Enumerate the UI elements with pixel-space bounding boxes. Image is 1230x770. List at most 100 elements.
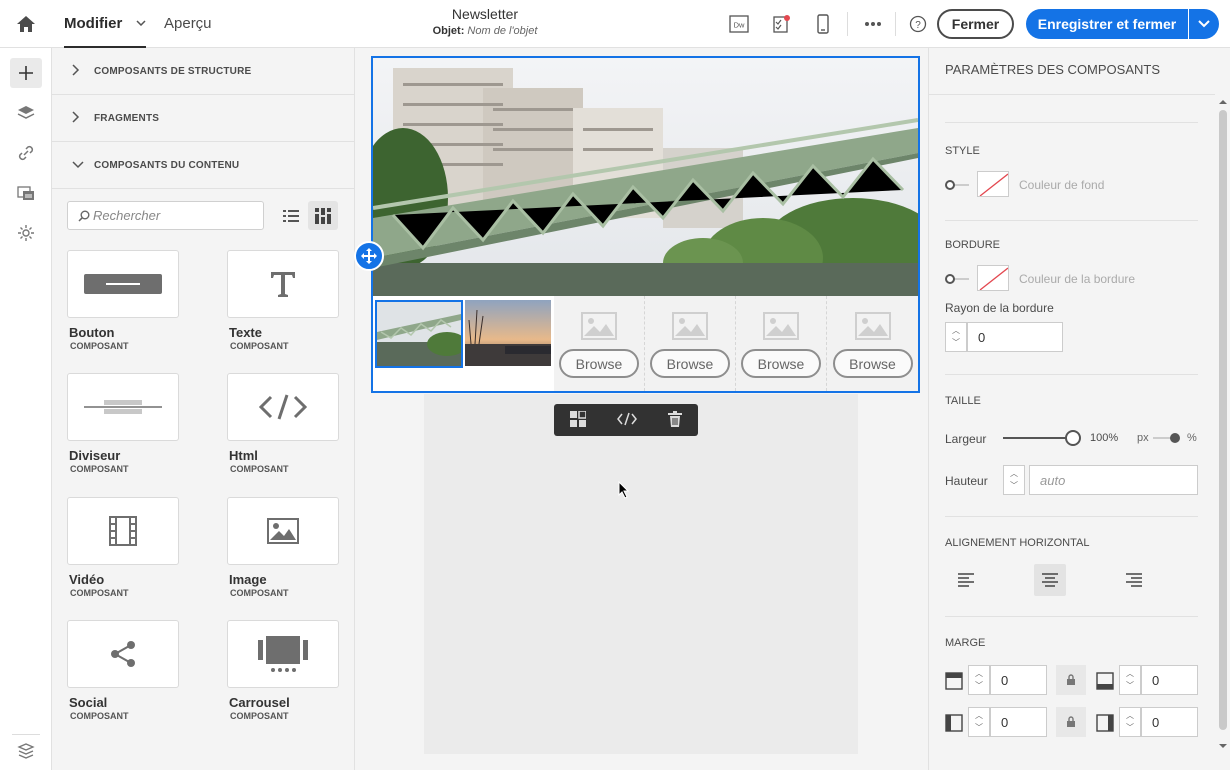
save-options-dropdown[interactable]: [1189, 9, 1219, 39]
height-stepper[interactable]: ︿ ﹀: [1003, 465, 1025, 495]
divider-icon: [67, 373, 179, 441]
dreamweaver-icon[interactable]: Dw: [727, 12, 751, 36]
email-body-area[interactable]: [424, 394, 858, 754]
align-center-icon[interactable]: [1034, 564, 1066, 596]
carousel-main-image[interactable]: [373, 58, 918, 296]
move-handle-icon[interactable]: [354, 241, 384, 271]
tab-modifier[interactable]: Modifier: [64, 0, 147, 48]
margin-right-input[interactable]: 0: [1141, 707, 1198, 737]
chevron-right-icon: [72, 63, 86, 79]
bg-color-label: Couleur de fond: [1019, 178, 1105, 192]
carousel-empty-slot-3: Browse: [736, 296, 827, 391]
margin-top-input[interactable]: 0: [990, 665, 1047, 695]
accordion-fragments[interactable]: FRAGMENTS: [52, 95, 355, 142]
lock-icon[interactable]: [1056, 665, 1086, 695]
add-component-icon[interactable]: [10, 58, 42, 88]
align-left-icon[interactable]: [950, 564, 982, 596]
height-label: Hauteur: [945, 474, 988, 488]
browse-button[interactable]: Browse: [559, 349, 639, 378]
list-view-icon[interactable]: [276, 201, 306, 230]
save-and-close-button[interactable]: Enregistrer et fermer: [1026, 9, 1188, 39]
component-kind: COMPOSANT: [230, 464, 289, 474]
align-right-icon[interactable]: [1118, 564, 1150, 596]
margin-right-stepper[interactable]: ︿ ﹀: [1119, 707, 1141, 737]
component-card-video[interactable]: Vidéo COMPOSANT: [67, 497, 179, 598]
close-button[interactable]: Fermer: [937, 9, 1014, 39]
chevron-down-icon[interactable]: [136, 17, 146, 29]
button-icon: [67, 250, 179, 318]
subject-label: Objet:: [432, 25, 465, 37]
margin-left-stepper[interactable]: ︿ ﹀: [968, 707, 990, 737]
border-color-toggle[interactable]: [945, 274, 969, 284]
code-view-icon[interactable]: [617, 412, 637, 429]
margin-bottom-input[interactable]: 0: [1141, 665, 1198, 695]
browse-button[interactable]: Browse: [650, 349, 730, 378]
email-canvas: Browse Browse Browse Browse: [354, 48, 927, 770]
panel-title: PARAMÈTRES DES COMPOSANTS: [945, 62, 1161, 77]
width-label: Largeur: [945, 432, 987, 446]
bg-color-toggle[interactable]: [945, 180, 969, 190]
border-radius-input[interactable]: 0: [967, 322, 1063, 352]
unit-pct-label: %: [1187, 432, 1197, 444]
height-input[interactable]: auto: [1029, 465, 1198, 495]
width-slider-knob[interactable]: [1065, 430, 1081, 446]
carousel-thumbnails: Browse Browse Browse Browse: [373, 296, 918, 391]
accordion-structure-components[interactable]: COMPOSANTS DE STRUCTURE: [52, 48, 355, 95]
component-card-carrousel[interactable]: Carrousel COMPOSANT: [227, 620, 339, 721]
more-options-icon[interactable]: [861, 12, 885, 36]
video-icon: [67, 497, 179, 565]
settings-icon[interactable]: [10, 218, 42, 248]
component-card-html[interactable]: Html COMPOSANT: [227, 373, 339, 474]
component-card-social[interactable]: Social COMPOSANT: [67, 620, 179, 721]
component-card-bouton[interactable]: Bouton COMPOSANT: [67, 250, 179, 351]
help-icon[interactable]: ?: [906, 12, 930, 36]
link-icon[interactable]: [10, 138, 42, 168]
margin-bottom-stepper[interactable]: ︿ ﹀: [1119, 665, 1141, 695]
component-card-texte[interactable]: Texte COMPOSANT: [227, 250, 339, 351]
personalization-icon[interactable]: [10, 178, 42, 208]
component-card-diviseur[interactable]: Diviseur COMPOSANT: [67, 373, 179, 474]
bg-color-swatch[interactable]: [977, 171, 1009, 197]
component-library-icon[interactable]: [10, 736, 42, 766]
component-kind: COMPOSANT: [70, 464, 129, 474]
checklist-icon[interactable]: [769, 12, 793, 36]
unit-toggle-knob[interactable]: [1170, 433, 1180, 443]
chevron-down-icon: [1198, 20, 1210, 28]
scrollbar-thumb[interactable]: [1219, 110, 1227, 730]
delete-icon[interactable]: [668, 410, 683, 430]
carousel-empty-slot-4: Browse: [827, 296, 918, 391]
code-icon: [227, 373, 339, 441]
subject-line[interactable]: Objet: Nom de l'objet: [400, 25, 570, 37]
width-slider[interactable]: [1003, 437, 1073, 439]
grid-view-icon[interactable]: [308, 201, 338, 230]
layers-icon[interactable]: [10, 98, 42, 128]
margin-top-stepper[interactable]: ︿ ﹀: [968, 665, 990, 695]
subject-placeholder: Nom de l'objet: [467, 25, 538, 37]
lock-icon[interactable]: [1056, 707, 1086, 737]
component-card-image[interactable]: Image COMPOSANT: [227, 497, 339, 598]
border-color-swatch[interactable]: [977, 265, 1009, 291]
component-name: Image: [229, 572, 267, 587]
search-input[interactable]: Rechercher: [67, 201, 264, 230]
text-icon: [227, 250, 339, 318]
margin-bottom-icon: [1096, 672, 1114, 690]
scroll-down-icon[interactable]: [1216, 742, 1230, 750]
browse-button[interactable]: Browse: [832, 349, 913, 378]
scroll-up-icon[interactable]: [1216, 98, 1230, 106]
select-parent-icon[interactable]: [569, 409, 587, 430]
mouse-cursor-icon: [618, 481, 630, 499]
accordion-content-components[interactable]: COMPOSANTS DU CONTENU: [52, 142, 355, 189]
mobile-preview-icon[interactable]: [811, 12, 835, 36]
margin-left-input[interactable]: 0: [990, 707, 1047, 737]
tab-apercu[interactable]: Aperçu: [164, 0, 212, 48]
carousel-thumbnail-2[interactable]: [465, 300, 551, 366]
border-radius-stepper[interactable]: ︿ ﹀: [945, 322, 967, 352]
page-title[interactable]: Newsletter: [400, 6, 570, 22]
browse-button[interactable]: Browse: [741, 349, 821, 378]
component-kind: COMPOSANT: [70, 588, 129, 598]
carousel-icon: [227, 620, 339, 688]
home-icon[interactable]: [0, 0, 52, 48]
carousel-thumbnail-1[interactable]: [375, 300, 467, 368]
carousel-component-selected[interactable]: Browse Browse Browse Browse: [371, 56, 920, 393]
accordion-label: COMPOSANTS DU CONTENU: [94, 159, 240, 171]
